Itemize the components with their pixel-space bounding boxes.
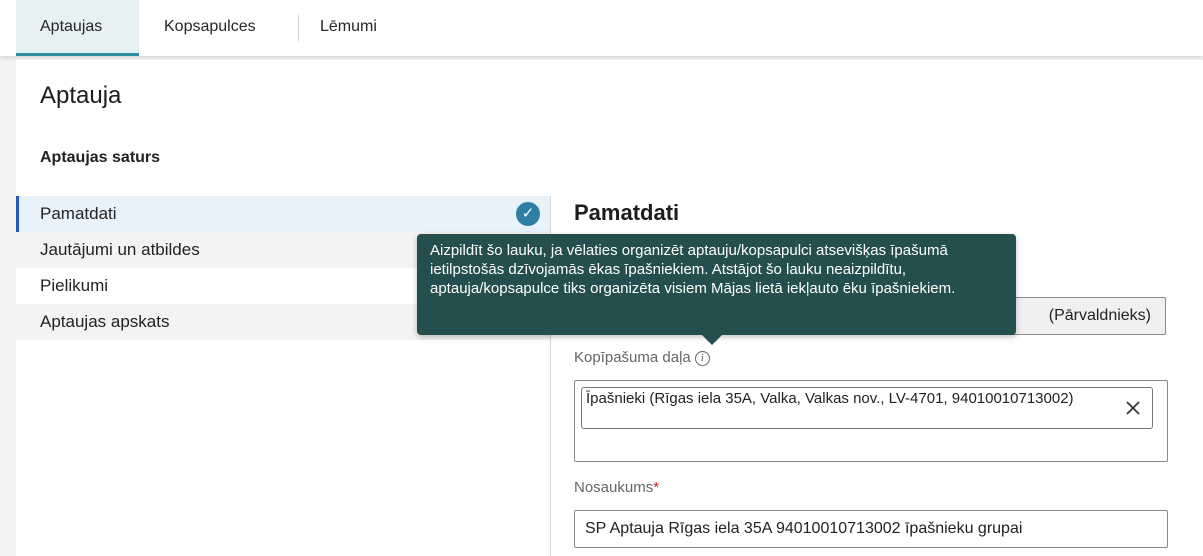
ownership-label-text: Kopīpašuma daļa [574, 349, 691, 366]
page-title: Aptauja [40, 82, 122, 109]
close-icon[interactable] [1122, 397, 1144, 419]
check-circle-icon: ✓ [516, 202, 540, 226]
nav-item-pamatdati[interactable]: Pamatdati ✓ [16, 196, 550, 232]
name-label: Nosaukums* [574, 479, 659, 496]
section-title: Aptaujas saturs [40, 149, 161, 166]
ownership-chip-label: Īpašnieki (Rīgas iela 35A, Valka, Valkas… [586, 390, 1074, 407]
name-label-text: Nosaukums [574, 479, 654, 496]
nav-item-label: Pamatdati [40, 204, 117, 223]
tab-separator [298, 15, 299, 41]
top-tab-bar: Aptaujas Kopsapulces Lēmumi [0, 0, 1203, 56]
tooltip-arrow [702, 335, 722, 345]
ownership-chip: Īpašnieki (Rīgas iela 35A, Valka, Valkas… [581, 387, 1153, 429]
tab-kopsapulces[interactable]: Kopsapulces [164, 0, 256, 56]
tab-aptaujas[interactable]: Aptaujas [16, 0, 139, 56]
ownership-multiselect[interactable]: Īpašnieki (Rīgas iela 35A, Valka, Valkas… [574, 380, 1168, 462]
nav-item-label: Pielikumi [40, 276, 109, 295]
nav-item-label: Jautājumi un atbildes [40, 240, 200, 259]
nav-item-label: Aptaujas apskats [40, 312, 170, 331]
name-input[interactable] [574, 510, 1168, 548]
form-title: Pamatdati [574, 200, 680, 225]
info-icon[interactable]: i [694, 351, 710, 366]
ownership-label: Kopīpašuma daļa i [574, 349, 710, 366]
info-tooltip: Aizpildīt šo lauku, ja vēlaties organizē… [417, 234, 1016, 335]
required-mark: * [653, 479, 660, 496]
tab-lemumi[interactable]: Lēmumi [320, 0, 377, 56]
